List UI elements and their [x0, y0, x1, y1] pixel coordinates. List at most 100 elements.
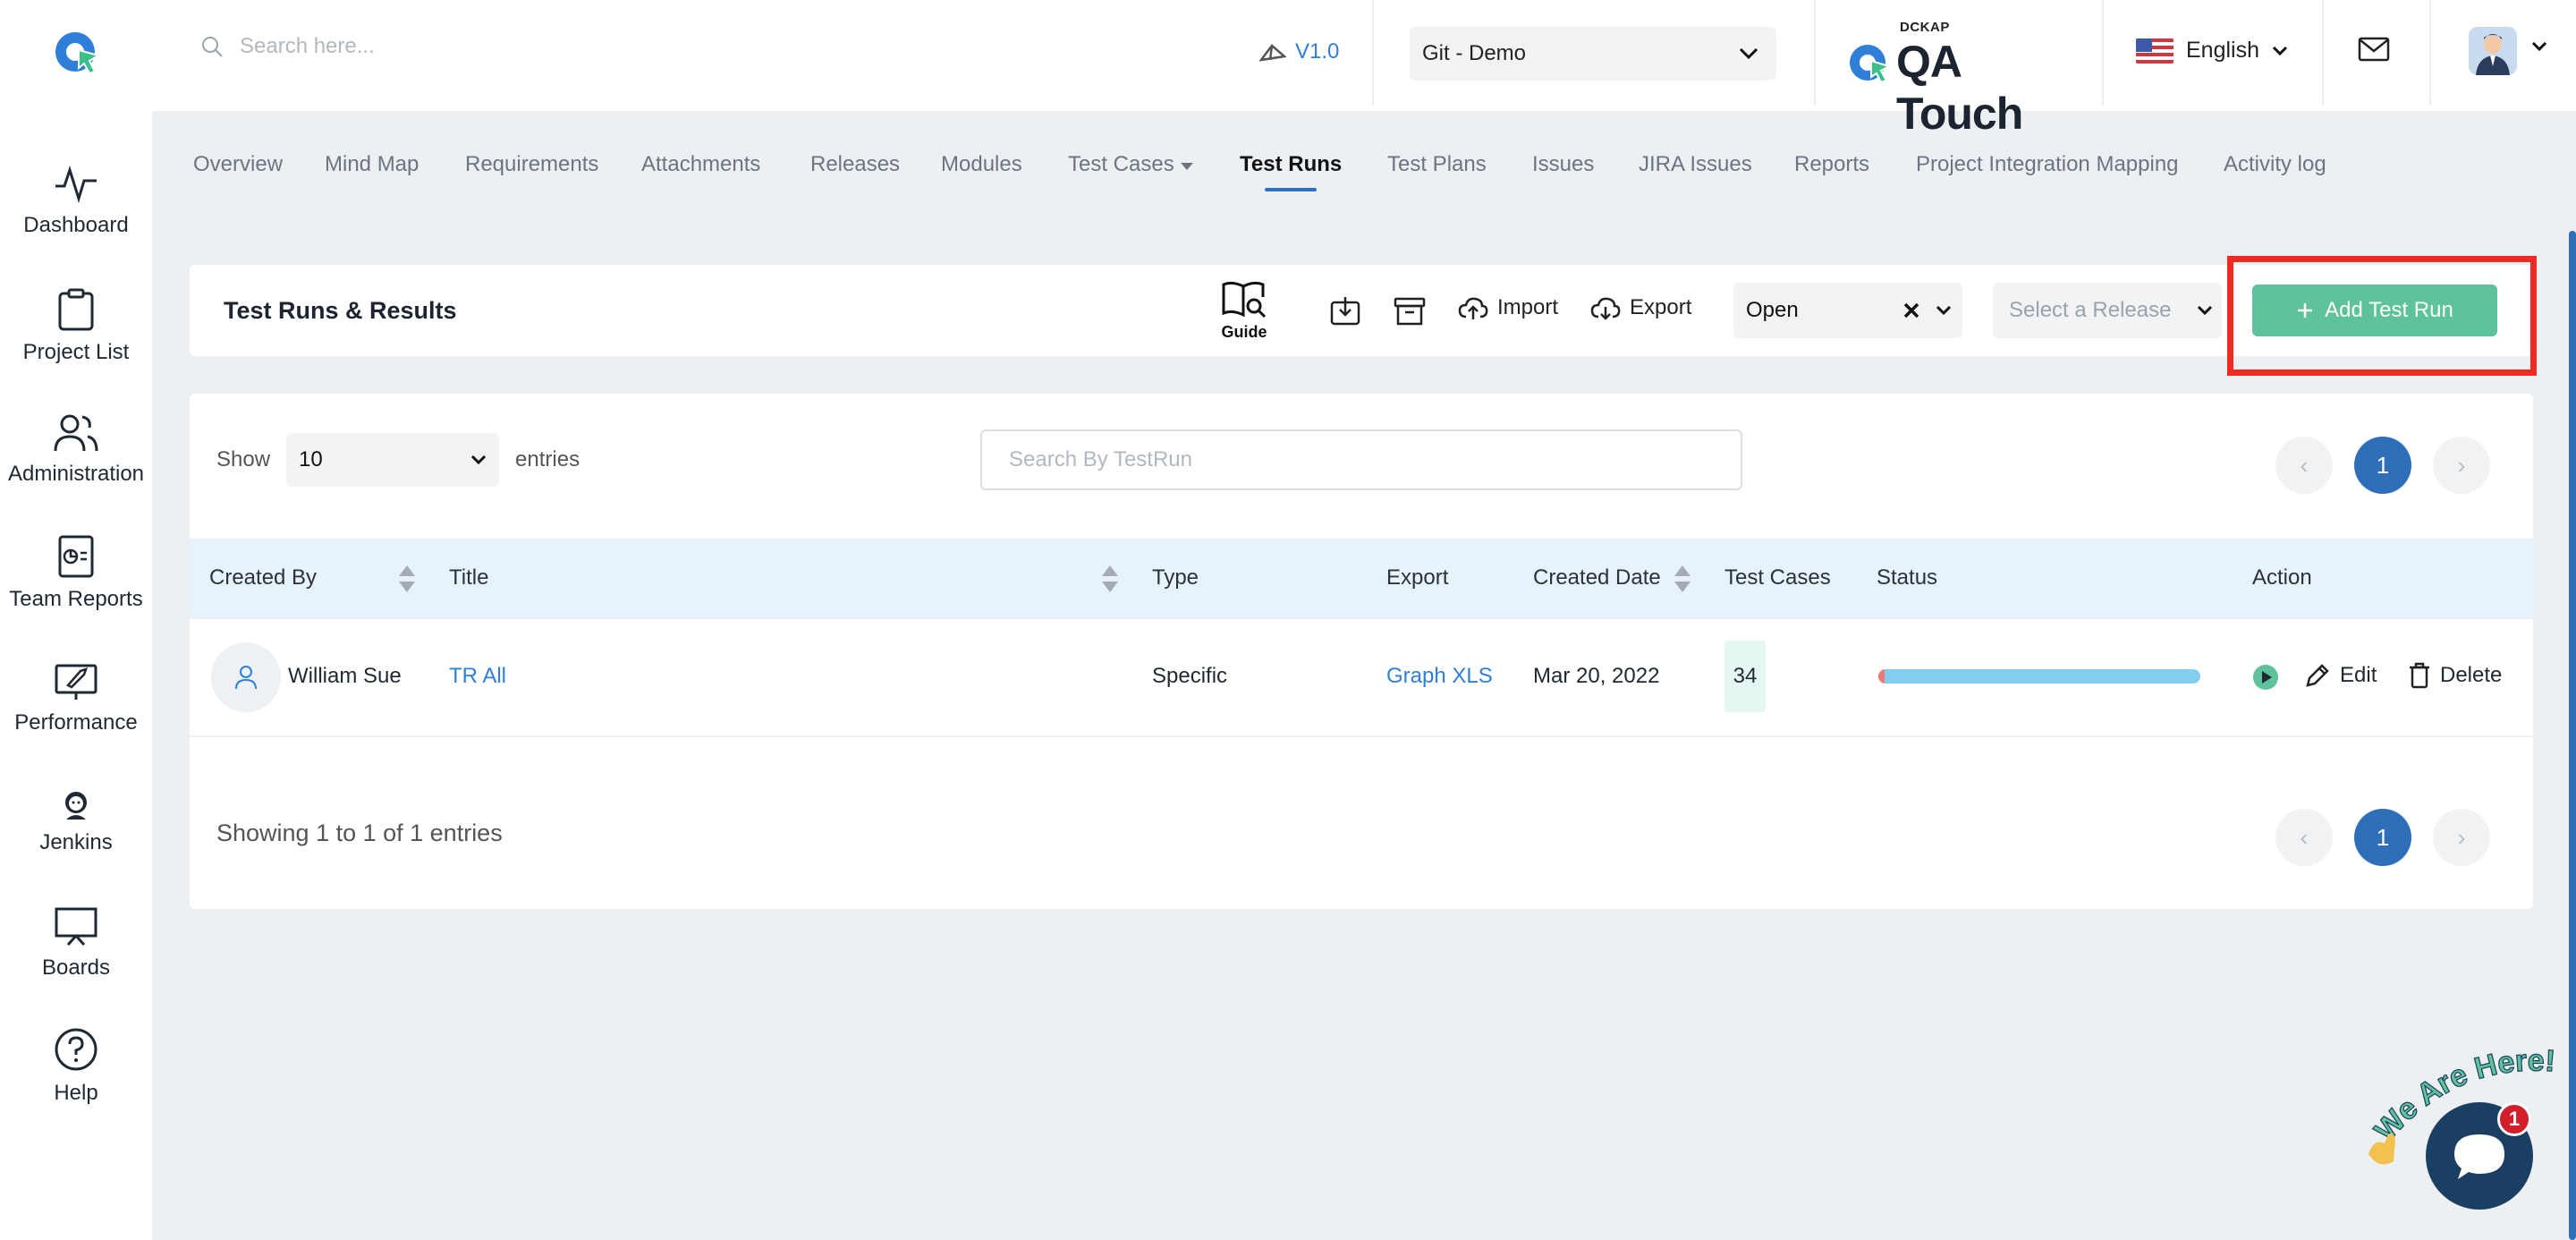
- sort-icon[interactable]: [1673, 564, 1692, 594]
- tab-modules[interactable]: Modules: [941, 152, 1022, 177]
- status-filter-select[interactable]: Open: [1733, 283, 1962, 338]
- graph-xls-link[interactable]: Graph XLS: [1386, 664, 1493, 689]
- prev-page-button[interactable]: ‹: [2275, 437, 2333, 494]
- test-runs-table-card: Show 10 entries Search By TestRun ‹ 1 › …: [190, 394, 2533, 909]
- divider: [2102, 0, 2104, 106]
- sidebar-item-team-reports[interactable]: Team Reports: [0, 535, 152, 612]
- tab-test-runs[interactable]: Test Runs: [1240, 152, 1342, 191]
- tab-issues[interactable]: Issues: [1532, 152, 1594, 177]
- column-export: Export: [1386, 565, 1449, 590]
- delete-button[interactable]: Delete: [2408, 662, 2502, 689]
- pagination-top: ‹ 1 ›: [2275, 437, 2490, 494]
- divider: [1372, 0, 1374, 106]
- tab-releases[interactable]: Releases: [810, 152, 900, 177]
- sidebar-item-dashboard[interactable]: Dashboard: [0, 165, 152, 238]
- cloud-download-icon: [1590, 297, 1621, 320]
- entries-value: 10: [299, 447, 323, 471]
- project-select[interactable]: Git - Demo: [1410, 27, 1776, 81]
- language-select[interactable]: English: [2136, 38, 2288, 64]
- tab-jira-issues[interactable]: JIRA Issues: [1639, 152, 1752, 177]
- export-label: Export: [1630, 295, 1692, 319]
- tab-reports[interactable]: Reports: [1794, 152, 1869, 177]
- status-progress-bar: [1878, 669, 2200, 684]
- sidebar-item-label: Jenkins: [39, 830, 113, 854]
- sidebar-item-project-list[interactable]: Project List: [0, 288, 152, 365]
- tab-attachments[interactable]: Attachments: [641, 152, 760, 177]
- book-search-icon: [1222, 281, 1267, 318]
- add-test-run-button[interactable]: Add Test Run: [2252, 285, 2497, 336]
- us-flag-icon: [2136, 38, 2174, 64]
- board-icon: [55, 907, 97, 947]
- notification-badge: 1: [2497, 1102, 2531, 1136]
- tab-overview[interactable]: Overview: [193, 152, 283, 177]
- column-title[interactable]: Title: [449, 565, 488, 590]
- clear-icon[interactable]: [1903, 302, 1919, 318]
- sort-icon[interactable]: [397, 564, 417, 594]
- type-cell: Specific: [1152, 664, 1228, 688]
- entries-control: Show 10 entries: [216, 433, 580, 487]
- test-cases-count[interactable]: 34: [1724, 641, 1766, 712]
- version-badge[interactable]: V1.0: [1259, 39, 1339, 64]
- help-icon: [55, 1028, 97, 1071]
- table-row: William Sue TR All Specific Graph XLS Ma…: [190, 619, 2533, 737]
- search-input[interactable]: [240, 34, 687, 59]
- sidebar-item-jenkins[interactable]: Jenkins: [0, 789, 152, 855]
- guide-button[interactable]: Guide: [1220, 279, 1268, 342]
- edit-button[interactable]: Edit: [2304, 662, 2377, 689]
- add-test-run-label: Add Test Run: [2325, 298, 2453, 322]
- prev-page-button[interactable]: ‹: [2275, 809, 2333, 866]
- play-icon[interactable]: [2252, 664, 2279, 691]
- sidebar-item-help[interactable]: Help: [0, 1027, 152, 1106]
- toolbar-card: Test Runs & Results Guide Import Export …: [190, 265, 2533, 356]
- test-run-title-link[interactable]: TR All: [449, 664, 506, 689]
- sidebar-item-boards[interactable]: Boards: [0, 905, 152, 981]
- sidebar-item-administration[interactable]: Administration: [0, 412, 152, 487]
- chevron-down-icon: [2197, 305, 2213, 316]
- version-label: V1.0: [1295, 39, 1340, 64]
- user-avatar[interactable]: [2469, 27, 2517, 75]
- app-logo-icon[interactable]: [52, 27, 102, 77]
- tab-activity-log[interactable]: Activity log: [2224, 152, 2326, 177]
- sidebar-item-label: Project List: [22, 340, 130, 364]
- brand-mark-icon: [1850, 45, 1892, 84]
- delete-label: Delete: [2440, 663, 2503, 687]
- release-select[interactable]: Select a Release: [1993, 283, 2222, 338]
- status-fail-segment: [1878, 669, 1885, 684]
- next-page-button[interactable]: ›: [2433, 809, 2490, 866]
- column-created-by[interactable]: Created By: [209, 565, 317, 590]
- clipboard-icon: [58, 288, 94, 331]
- plus-icon: [2298, 303, 2313, 318]
- testrun-search-input[interactable]: Search By TestRun: [980, 429, 1742, 490]
- import-button[interactable]: Import: [1458, 295, 1558, 320]
- export-button[interactable]: Export: [1590, 295, 1691, 320]
- download-box-icon[interactable]: [1329, 295, 1361, 326]
- show-label: Show: [216, 447, 271, 471]
- testrun-search-placeholder: Search By TestRun: [1009, 447, 1192, 471]
- tab-test-plans[interactable]: Test Plans: [1387, 152, 1487, 177]
- trash-icon: [2410, 662, 2429, 689]
- mail-icon[interactable]: [2358, 36, 2390, 63]
- tab-test-cases[interactable]: Test Cases: [1068, 152, 1194, 177]
- column-created-date[interactable]: Created Date: [1533, 565, 1661, 590]
- chevron-down-icon[interactable]: [2531, 41, 2547, 52]
- page-scrollbar[interactable]: [2569, 231, 2576, 1240]
- global-search[interactable]: [200, 34, 687, 59]
- user-icon: [235, 666, 257, 690]
- language-label: English: [2186, 38, 2259, 63]
- brand-company: DCKAP: [1900, 20, 1950, 35]
- next-page-button[interactable]: ›: [2433, 437, 2490, 494]
- tab-mind-map[interactable]: Mind Map: [325, 152, 419, 177]
- sort-icon[interactable]: [1100, 564, 1120, 594]
- tab-requirements[interactable]: Requirements: [465, 152, 598, 177]
- archive-icon[interactable]: [1394, 295, 1426, 326]
- tab-project-integration-mapping[interactable]: Project Integration Mapping: [1916, 152, 2179, 177]
- page-button[interactable]: 1: [2354, 809, 2411, 866]
- sidebar-item-label: Dashboard: [23, 213, 129, 237]
- entries-summary: Showing 1 to 1 of 1 entries: [216, 820, 503, 846]
- user-icon: [2469, 27, 2517, 75]
- entries-select[interactable]: 10: [286, 433, 500, 487]
- sidebar-item-performance[interactable]: Performance: [0, 658, 152, 735]
- project-select-value: Git - Demo: [1422, 41, 1527, 65]
- divider: [2322, 0, 2324, 106]
- page-button[interactable]: 1: [2354, 437, 2411, 494]
